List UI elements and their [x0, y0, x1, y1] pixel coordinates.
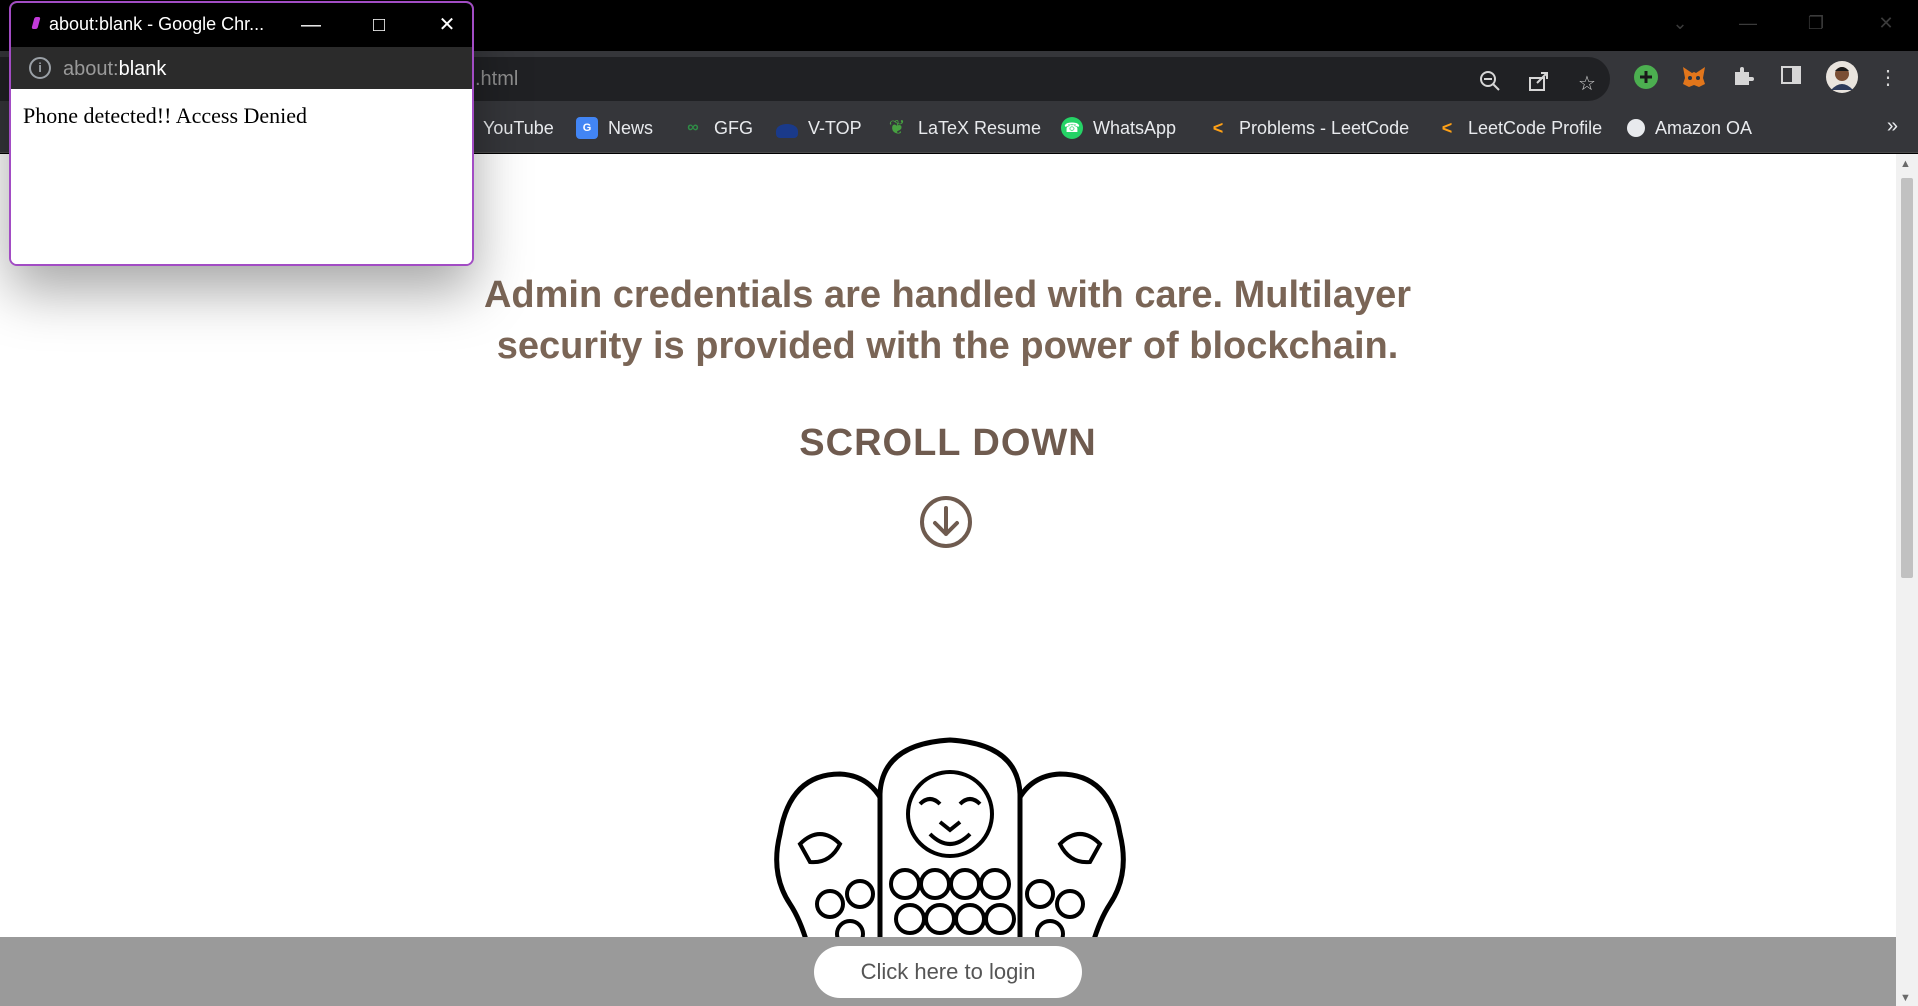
address-bar-url[interactable]: .html [475, 68, 518, 91]
close-button[interactable]: ✕ [1866, 8, 1906, 38]
popup-url-path: blank [118, 58, 167, 80]
share-icon[interactable] [1525, 70, 1553, 98]
popup-maximize-button[interactable]: □ [361, 10, 397, 40]
bookmark-gfg[interactable]: ∞ GFG [682, 115, 753, 141]
bookmark-label: LeetCode Profile [1468, 117, 1603, 138]
scroll-up-arrow-icon[interactable]: ▲ [1900, 158, 1911, 170]
popup-minimize-button[interactable]: — [293, 10, 329, 40]
page-scrollbar[interactable]: ▲ ▼ [1896, 154, 1918, 1006]
bookmark-label: YouTube [483, 117, 554, 138]
access-denied-message: Phone detected!! Access Denied [23, 103, 308, 128]
kebab-menu-icon[interactable]: ⋮ [1874, 64, 1902, 92]
page-viewport: Admin credentials are handled with care.… [0, 154, 1918, 1006]
bookmark-latex-resume[interactable]: ❦ LaTeX Resume [886, 115, 1041, 141]
bookmark-label: News [608, 117, 654, 138]
zoom-icon[interactable] [1476, 70, 1504, 98]
side-panel-icon[interactable] [1777, 64, 1805, 92]
whatsapp-icon: ☎ [1061, 117, 1083, 139]
bookmark-amazon-oa[interactable]: Amazon OA [1627, 115, 1752, 141]
extension-plus-icon[interactable] [1632, 64, 1660, 92]
gfg-icon: ∞ [687, 119, 699, 136]
minimize-button[interactable]: — [1728, 8, 1768, 38]
restore-button[interactable]: ❐ [1796, 8, 1836, 38]
info-icon[interactable]: i [29, 57, 51, 79]
leetcode-icon: < [1441, 118, 1453, 138]
bookmark-vtop[interactable]: V-TOP [776, 115, 862, 141]
tab-search-icon[interactable]: ⌄ [1660, 8, 1700, 38]
bookmark-label: WhatsApp [1093, 117, 1177, 138]
scroll-down-label: SCROLL DOWN [799, 422, 1097, 464]
vtop-icon [776, 124, 798, 138]
login-button[interactable]: Click here to login [814, 946, 1082, 998]
popup-title: about:blank - Google Chr... [49, 14, 265, 34]
popup-url: about:blank [63, 58, 166, 81]
bookmark-whatsapp[interactable]: ☎ WhatsApp [1061, 115, 1176, 141]
bookmark-youtube[interactable]: YouTube [483, 115, 554, 141]
news-icon: G [576, 117, 598, 139]
scroll-down-arrow-icon[interactable] [919, 495, 973, 549]
more-bookmarks-chevron[interactable]: » [1887, 115, 1898, 138]
bookmark-label: GFG [714, 117, 753, 138]
globe-icon [1627, 119, 1645, 137]
scroll-down-small-arrow-icon[interactable]: ▼ [1900, 992, 1911, 1004]
leetcode-icon: < [1212, 118, 1224, 138]
popup-address-bar: i about:blank [11, 47, 472, 89]
popup-body: Phone detected!! Access Denied [11, 89, 472, 264]
bookmark-news[interactable]: G News [576, 115, 653, 141]
popup-favicon-icon [31, 17, 41, 29]
leaf-icon: ❦ [888, 117, 906, 139]
bookmark-label: LaTeX Resume [918, 117, 1042, 138]
popup-window: about:blank - Google Chr... — □ ✕ i abou… [9, 1, 474, 266]
bookmark-label: V-TOP [808, 117, 862, 138]
popup-close-button[interactable]: ✕ [429, 10, 465, 40]
scrollbar-thumb[interactable] [1901, 178, 1913, 578]
profile-avatar[interactable] [1825, 60, 1859, 94]
bookmark-leetcode-profile[interactable]: < LeetCode Profile [1436, 115, 1602, 141]
bookmark-problems-leetcode[interactable]: < Problems - LeetCode [1207, 115, 1409, 141]
puzzle-extensions-icon[interactable] [1729, 64, 1757, 92]
popup-titlebar[interactable]: about:blank - Google Chr... — □ ✕ [11, 3, 472, 47]
bookmark-star-icon[interactable]: ☆ [1573, 70, 1601, 98]
bookmark-label: Problems - LeetCode [1239, 117, 1410, 138]
bookmark-label: Amazon OA [1655, 117, 1753, 138]
page-headline: Admin credentials are handled with care.… [483, 274, 1412, 367]
metamask-fox-icon[interactable] [1680, 64, 1708, 92]
popup-url-scheme: about: [63, 58, 119, 80]
